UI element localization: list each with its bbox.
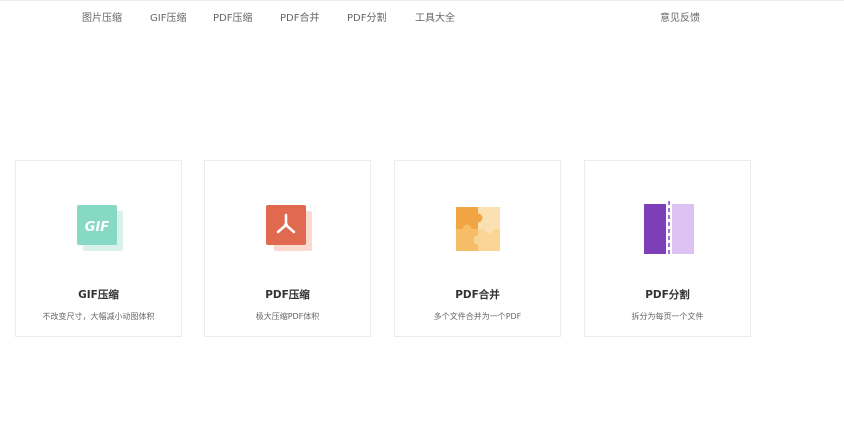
nav-item-feedback[interactable]: 意见反馈: [660, 12, 700, 26]
card-title: GIF压缩: [78, 289, 119, 301]
split-icon: [643, 201, 694, 257]
nav-item-pdf-compress[interactable]: PDF压缩: [213, 12, 252, 26]
card-title: PDF分割: [645, 289, 690, 301]
nav-item-gif-compress[interactable]: GIF压缩: [150, 12, 186, 26]
nav-item-pdf-split[interactable]: PDF分割: [347, 12, 386, 26]
pdf-icon: [265, 205, 312, 251]
nav-item-tools[interactable]: 工具大全: [415, 12, 455, 26]
top-nav: 图片压缩 GIF压缩 PDF压缩 PDF合并 PDF分割 工具大全 意见反馈: [0, 0, 844, 40]
card-pdf-compress[interactable]: PDF压缩 极大压缩PDF体积: [204, 160, 371, 337]
card-pdf-split[interactable]: PDF分割 拆分为每页一个文件: [584, 160, 751, 337]
card-desc: 不改变尺寸，大幅减小动图体积: [42, 312, 155, 321]
nav-item-image-compress[interactable]: 图片压缩: [82, 12, 122, 26]
gif-icon: GIF: [76, 205, 123, 251]
card-gif-compress[interactable]: GIF GIF压缩 不改变尺寸，大幅减小动图体积: [15, 160, 182, 337]
puzzle-icon: [455, 207, 500, 251]
card-title: PDF压缩: [265, 289, 310, 301]
card-desc: 拆分为每页一个文件: [631, 312, 704, 321]
card-pdf-merge[interactable]: PDF合并 多个文件合并为一个PDF: [394, 160, 561, 337]
card-desc: 多个文件合并为一个PDF: [433, 312, 522, 321]
nav-item-pdf-merge[interactable]: PDF合并: [280, 12, 319, 26]
gif-icon-text: GIF: [84, 220, 109, 235]
page: 图片压缩 GIF压缩 PDF压缩 PDF合并 PDF分割 工具大全 意见反馈 G…: [0, 0, 844, 434]
card-title: PDF合并: [455, 289, 500, 301]
card-desc: 极大压缩PDF体积: [255, 312, 320, 321]
